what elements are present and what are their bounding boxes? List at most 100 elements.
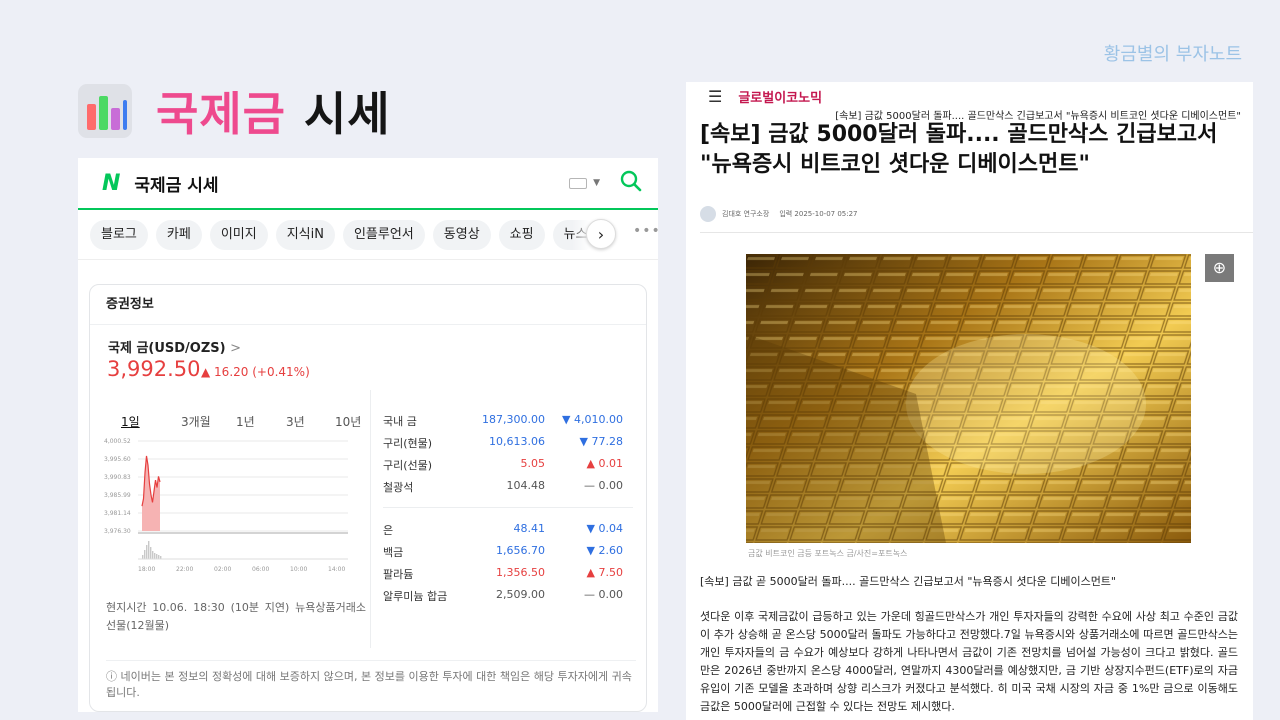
commodity-row[interactable]: 은 48.41 ▼ 0.04: [383, 522, 633, 544]
commodity-change: ▼ 4,010.00: [562, 413, 623, 426]
commodity-change: ▲ 7.50: [586, 566, 623, 579]
news-article-panel: ☰ 글로벌이코노믹 [속보] 금값 5000달러 돌파.... 골드만삭스 긴급…: [686, 82, 1253, 720]
commodity-price: 187,300.00: [482, 413, 545, 426]
author-avatar: [700, 206, 716, 222]
search-tab[interactable]: 동영상: [432, 219, 491, 250]
x-tick-label: 22:00: [176, 566, 193, 573]
article-summary: [속보] 금값 곧 5000달러 돌파.... 골드만삭스 긴급보고서 "뉴욕증…: [700, 575, 1116, 588]
byline: 김대호 연구소장 입력 2025-10-07 05:27: [700, 206, 858, 222]
commodity-change: — 0.00: [584, 588, 623, 601]
period-tab[interactable]: 1년: [236, 413, 255, 430]
commodity-change: — 0.00: [584, 479, 623, 492]
title-rest: 시세: [303, 87, 391, 141]
search-tab[interactable]: 카페: [155, 219, 202, 250]
commodity-name: 구리(선물): [383, 459, 433, 472]
chevron-right-icon: >: [230, 341, 242, 356]
search-bar[interactable]: N 국제금 시세 ▼: [78, 158, 658, 210]
y-tick-label: 3,976.30: [104, 528, 131, 535]
x-tick-label: 02:00: [214, 566, 231, 573]
slide-title: 국제금 시세: [78, 78, 391, 144]
commodity-row[interactable]: 국내 금 187,300.00 ▼ 4,010.00: [383, 413, 633, 435]
gold-bars-photo: [746, 254, 1191, 543]
gold-change: ▲ 16.20 (+0.41%): [201, 365, 310, 379]
period-tab[interactable]: 10년: [335, 413, 361, 430]
commodity-row[interactable]: 구리(현물) 10,613.06 ▼ 77.28: [383, 435, 633, 457]
commodity-price: 2,509.00: [496, 588, 545, 601]
volume-bar: [144, 550, 146, 559]
tab-next-button[interactable]: ›: [586, 219, 616, 249]
photo-caption: 금값 비트코인 금등 포트녹스 금/사진=포트녹스: [748, 549, 908, 558]
y-tick-label: 3,981.14: [104, 510, 131, 517]
search-input[interactable]: 국제금 시세: [134, 171, 569, 196]
gold-intraday-chart: 4,000.52 3,995.60 3,990.83 3,985.99 3,981.14…: [104, 438, 348, 573]
commodity-price: 10,613.06: [489, 435, 545, 448]
y-tick-label: 3,995.60: [104, 456, 131, 463]
volume-bar: [148, 541, 150, 559]
title-highlight: 국제금: [156, 87, 286, 141]
disclaimer: ⓘ 네이버는 본 정보의 정확성에 대해 보증하지 않으며, 본 정보를 이용한…: [106, 660, 636, 701]
stock-info-card: 증권정보 국제 금(USD/OZS) > 3,992.50 ▲ 16.20 (+…: [89, 284, 647, 712]
commodity-name: 팔라듐: [383, 568, 414, 581]
volume-bar: [154, 553, 156, 559]
bar-chart-icon: [78, 84, 132, 138]
commodity-row[interactable]: 철광석 104.48 — 0.00: [383, 479, 633, 501]
x-tick-label: 06:00: [252, 566, 269, 573]
article-body: 셧다운 이후 국제금값이 급등하고 있는 가운데 힝골드만삭스가 개인 투자자들…: [700, 610, 1238, 713]
commodity-table: 국내 금 187,300.00 ▼ 4,010.00 구리(현물) 10,613.06 ▼…: [383, 413, 633, 610]
commodity-name: 철광석: [383, 481, 414, 494]
y-tick-label: 4,000.52: [104, 438, 131, 445]
zoom-in-button[interactable]: ⊕: [1205, 254, 1234, 282]
period-tab[interactable]: 3년: [286, 413, 305, 430]
search-tab[interactable]: 인플루언서: [342, 219, 425, 250]
publish-date: 입력 2025-10-07 05:27: [779, 210, 858, 218]
search-icon[interactable]: [620, 170, 642, 197]
volume-bar: [156, 554, 158, 559]
period-tab[interactable]: 1일: [121, 413, 140, 430]
keyboard-icon[interactable]: [569, 177, 588, 189]
x-tick-label: 14:00: [328, 566, 345, 573]
y-tick-label: 3,985.99: [104, 492, 131, 499]
search-tab[interactable]: 블로그: [90, 219, 148, 250]
brand-label: 황금별의 부자노트: [1103, 44, 1242, 65]
gold-name-link[interactable]: 국제 금(USD/OZS) >: [108, 337, 241, 356]
x-tick-label: 10:00: [290, 566, 307, 573]
chevron-down-icon[interactable]: ▼: [593, 178, 600, 188]
search-tabs: 블로그카페이미지지식iN인플루언서동영상쇼핑뉴스쇼 › •••: [78, 210, 658, 260]
chart-footnote: 현지시간 10.06. 18:30 (10분 지연) 뉴욕상품거래소 선물(12…: [106, 601, 366, 632]
commodity-change: ▲ 0.01: [586, 457, 623, 470]
y-tick-label: 3,990.83: [104, 474, 131, 481]
more-icon[interactable]: •••: [633, 223, 658, 239]
author-name: 김대호 연구소장: [722, 210, 770, 218]
commodity-name: 구리(현물): [383, 437, 433, 450]
commodity-name: 알루미늄 합금: [383, 590, 448, 603]
commodity-name: 국내 금: [383, 415, 417, 428]
x-tick-label: 18:00: [138, 566, 155, 573]
volume-bar: [142, 555, 144, 559]
commodity-name: 백금: [383, 546, 404, 559]
commodity-change: ▼ 2.60: [586, 544, 623, 557]
commodity-price: 5.05: [520, 457, 546, 470]
card-title: 증권정보: [90, 285, 646, 325]
commodity-row[interactable]: 백금 1,656.70 ▼ 2.60: [383, 544, 633, 566]
period-tab[interactable]: 3개월: [181, 413, 211, 430]
gold-price: 3,992.50: [107, 357, 201, 381]
commodity-change: ▼ 77.28: [579, 435, 623, 448]
volume-bar: [158, 555, 160, 559]
search-tab[interactable]: 쇼핑: [498, 219, 545, 250]
naver-logo[interactable]: N: [102, 171, 120, 196]
volume-bar: [150, 547, 152, 559]
search-tab[interactable]: 이미지: [209, 219, 268, 250]
commodity-name: 은: [383, 524, 394, 537]
commodity-row[interactable]: 팔라듐 1,356.50 ▲ 7.50: [383, 566, 633, 588]
commodity-price: 1,356.50: [496, 566, 545, 579]
commodity-price: 104.48: [506, 479, 546, 492]
commodity-row[interactable]: 알루미늄 합금 2,509.00 — 0.00: [383, 588, 633, 610]
article-headline: [속보] 금값 5000달러 돌파.... 골드만삭스 긴급보고서 "뉴욕증시 …: [700, 122, 1218, 177]
volume-bar: [146, 545, 148, 559]
commodity-row[interactable]: 구리(선물) 5.05 ▲ 0.01: [383, 457, 633, 479]
naver-search-panel: N 국제금 시세 ▼ 블로그카페이미지지식iN인플루언서동영상쇼핑뉴스쇼 › •…: [78, 158, 658, 712]
commodity-change: ▼ 0.04: [586, 522, 623, 535]
news-logo[interactable]: 글로벌이코노믹: [738, 87, 822, 106]
search-tab[interactable]: 지식iN: [275, 219, 335, 250]
menu-icon[interactable]: ☰: [708, 87, 722, 106]
